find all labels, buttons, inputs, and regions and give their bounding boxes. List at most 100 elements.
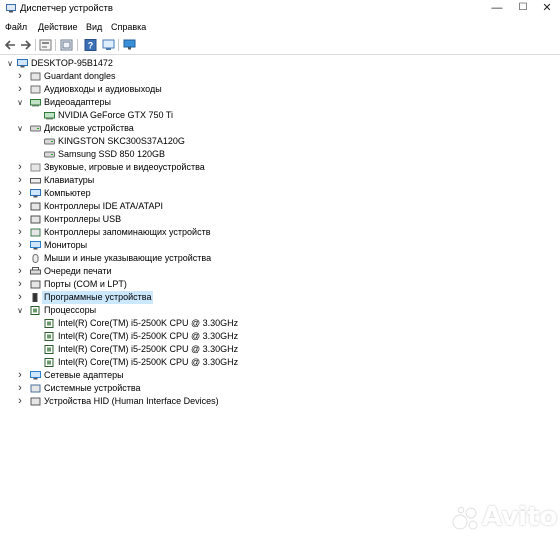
- tree-device[interactable]: Intel(R) Core(TM) i5-2500K CPU @ 3.30GHz: [0, 317, 560, 330]
- close-button[interactable]: ✕: [534, 0, 560, 18]
- software-device-icon: [32, 293, 38, 302]
- chevron-right-icon[interactable]: ›: [16, 213, 24, 226]
- tree-category[interactable]: › Сетевые адаптеры: [0, 369, 560, 382]
- chevron-right-icon[interactable]: ›: [16, 265, 24, 278]
- tree-root[interactable]: ∨ DESKTOP-95B1472: [0, 57, 560, 70]
- tree-category[interactable]: › Контроллеры IDE ATA/ATAPI: [0, 200, 560, 213]
- tree-category[interactable]: › Guardant dongles: [0, 70, 560, 83]
- window-title: Диспетчер устройств: [20, 3, 113, 14]
- storage-controller-icon: [30, 228, 41, 237]
- chevron-right-icon[interactable]: ›: [16, 369, 24, 382]
- system-device-icon: [30, 384, 41, 393]
- chevron-right-icon[interactable]: ›: [16, 395, 24, 408]
- tree-item-label: Контроллеры IDE ATA/ATAPI: [44, 201, 163, 211]
- tree-device[interactable]: Intel(R) Core(TM) i5-2500K CPU @ 3.30GHz: [0, 343, 560, 356]
- chevron-right-icon[interactable]: ›: [16, 161, 24, 174]
- tree-item-label: Очереди печати: [44, 266, 112, 276]
- chevron-down-icon[interactable]: ∨: [16, 96, 24, 109]
- chevron-right-icon[interactable]: ›: [16, 239, 24, 252]
- tree-device[interactable]: Intel(R) Core(TM) i5-2500K CPU @ 3.30GHz: [0, 356, 560, 369]
- update-driver-icon[interactable]: [60, 39, 73, 51]
- tree-item-label: Guardant dongles: [44, 71, 116, 81]
- tree-item-label: Звуковые, игровые и видеоустройства: [44, 162, 205, 172]
- properties-icon[interactable]: [39, 39, 52, 51]
- processor-icon: [30, 306, 40, 315]
- scan-hardware-icon[interactable]: [102, 39, 115, 51]
- tree-item-label: Intel(R) Core(TM) i5-2500K CPU @ 3.30GHz: [58, 344, 239, 354]
- chevron-right-icon[interactable]: ›: [16, 187, 24, 200]
- chevron-down-icon[interactable]: ∨: [16, 304, 24, 317]
- menu-view[interactable]: Вид: [86, 22, 102, 32]
- tree-item-label: KINGSTON SKC300S37A120G: [58, 136, 185, 146]
- forward-icon[interactable]: [19, 39, 32, 51]
- chevron-right-icon[interactable]: ›: [16, 174, 24, 187]
- chevron-right-icon[interactable]: ›: [16, 278, 24, 291]
- display-adapter-icon: [44, 112, 55, 120]
- toolbar-separator: [77, 39, 78, 51]
- tree-item-label: Процессоры: [44, 305, 97, 315]
- tree-category[interactable]: › Контроллеры USB: [0, 213, 560, 226]
- tree-item-label: DESKTOP-95B1472: [31, 58, 113, 68]
- chevron-right-icon[interactable]: ›: [16, 226, 24, 239]
- mouse-icon: [32, 254, 39, 263]
- avito-logo-icon: [452, 506, 478, 530]
- menu-action[interactable]: Действие: [38, 22, 78, 32]
- tree-device[interactable]: Intel(R) Core(TM) i5-2500K CPU @ 3.30GHz: [0, 330, 560, 343]
- processor-icon: [44, 332, 54, 341]
- tree-device[interactable]: KINGSTON SKC300S37A120G: [0, 135, 560, 148]
- tree-category[interactable]: › Мониторы: [0, 239, 560, 252]
- processor-icon: [44, 319, 54, 328]
- usb-icon: [30, 215, 41, 224]
- sound-icon: [30, 163, 41, 172]
- tree-item-label: Мониторы: [44, 240, 88, 250]
- tree-device[interactable]: Samsung SSD 850 120GB: [0, 148, 560, 161]
- tree-category[interactable]: ∨ Дисковые устройства: [0, 122, 560, 135]
- tree-category[interactable]: › Системные устройства: [0, 382, 560, 395]
- monitor-icon: [30, 241, 41, 250]
- tree-item-label: Intel(R) Core(TM) i5-2500K CPU @ 3.30GHz: [58, 357, 239, 367]
- chevron-right-icon[interactable]: ›: [16, 291, 24, 304]
- tree-category[interactable]: › Контроллеры запоминающих устройств: [0, 226, 560, 239]
- keyboard-icon: [30, 178, 41, 184]
- toolbar-separator: [118, 39, 119, 51]
- title-bar: Диспетчер устройств — ☐ ✕: [0, 0, 560, 18]
- minimize-button[interactable]: —: [484, 0, 510, 18]
- tree-item-label: Контроллеры USB: [44, 214, 122, 224]
- tree-item-label: Мыши и иные указывающие устройства: [44, 253, 212, 263]
- toolbar-separator: [55, 39, 56, 51]
- chevron-right-icon[interactable]: ›: [16, 382, 24, 395]
- dongle-icon: [30, 72, 41, 81]
- tree-item-label: Сетевые адаптеры: [44, 370, 124, 380]
- chevron-down-icon[interactable]: ∨: [6, 57, 14, 70]
- back-icon[interactable]: [4, 39, 17, 51]
- tree-category[interactable]: › Аудиовходы и аудиовыходы: [0, 83, 560, 96]
- toolbar-separator: [35, 39, 36, 51]
- chevron-right-icon[interactable]: ›: [16, 252, 24, 265]
- tree-category[interactable]: › Мыши и иные указывающие устройства: [0, 252, 560, 265]
- tree-category[interactable]: ∨ Процессоры: [0, 304, 560, 317]
- port-icon: [30, 280, 41, 289]
- chevron-down-icon[interactable]: ∨: [16, 122, 24, 135]
- tree-category[interactable]: › Устройства HID (Human Interface Devices…: [0, 395, 560, 408]
- chevron-right-icon[interactable]: ›: [16, 200, 24, 213]
- menu-bar: Файл Действие Вид Справка: [0, 20, 560, 34]
- maximize-button[interactable]: ☐: [510, 0, 536, 18]
- tree-category[interactable]: › Звуковые, игровые и видеоустройства: [0, 161, 560, 174]
- tree-category[interactable]: ∨ Видеоадаптеры: [0, 96, 560, 109]
- tree-category[interactable]: › Порты (COM и LPT): [0, 278, 560, 291]
- monitor-toolbar-icon[interactable]: [123, 39, 136, 51]
- menu-help[interactable]: Справка: [111, 22, 146, 32]
- tree-item-label: Устройства HID (Human Interface Devices): [44, 396, 219, 406]
- tree-category[interactable]: › Программные устройства: [0, 291, 560, 304]
- disk-drive-icon: [44, 151, 55, 158]
- tree-device[interactable]: NVIDIA GeForce GTX 750 Ti: [0, 109, 560, 122]
- menu-file[interactable]: Файл: [5, 22, 27, 32]
- tree-item-label: Intel(R) Core(TM) i5-2500K CPU @ 3.30GHz: [58, 331, 239, 341]
- device-manager-icon: [6, 4, 16, 13]
- chevron-right-icon[interactable]: ›: [16, 70, 24, 83]
- chevron-right-icon[interactable]: ›: [16, 83, 24, 96]
- tree-category[interactable]: › Клавиатуры: [0, 174, 560, 187]
- tree-category[interactable]: › Компьютер: [0, 187, 560, 200]
- help-icon[interactable]: ?: [84, 39, 97, 51]
- tree-category[interactable]: › Очереди печати: [0, 265, 560, 278]
